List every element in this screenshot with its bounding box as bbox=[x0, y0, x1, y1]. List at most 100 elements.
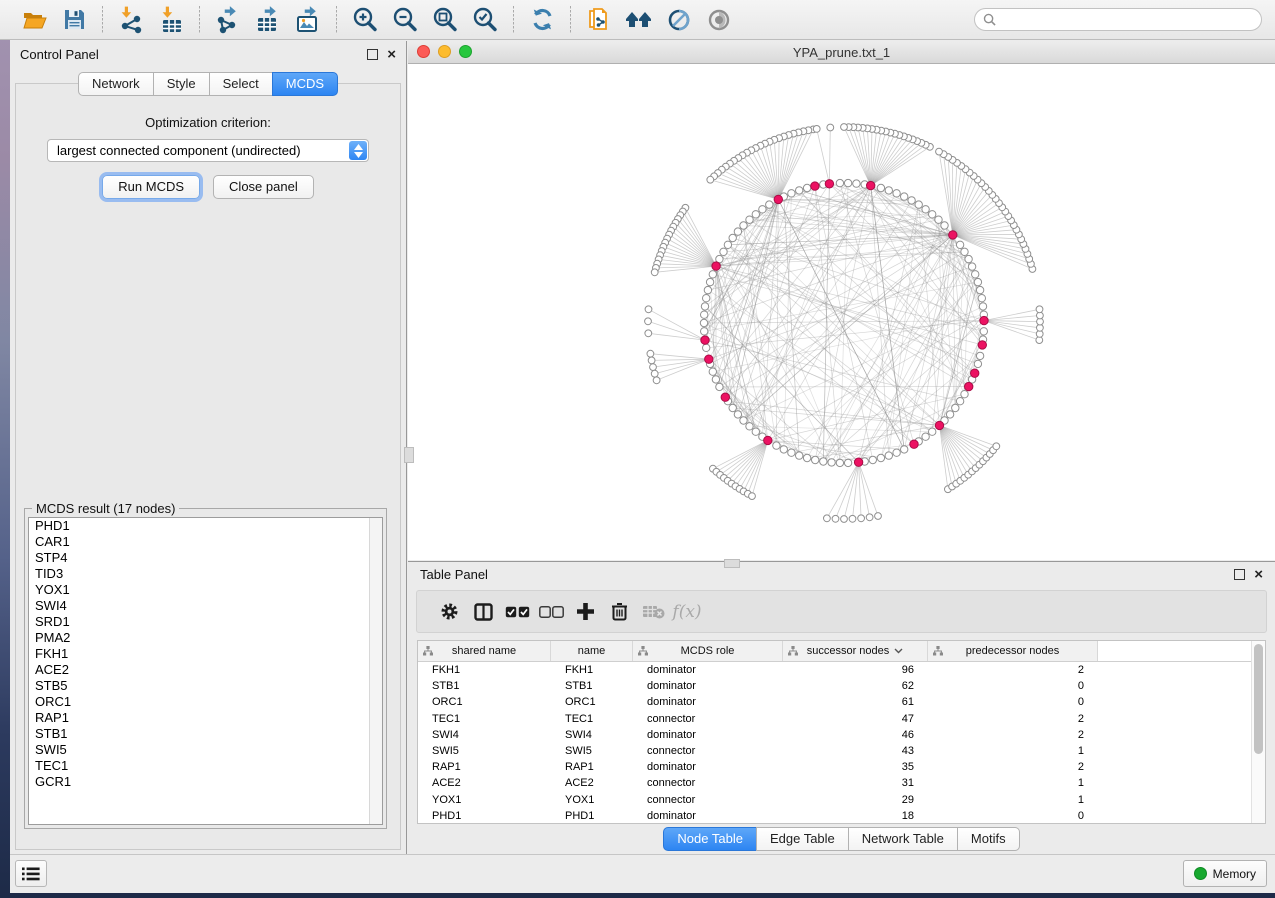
application-window: Control Panel × NetworkStyleSelectMCDS O… bbox=[10, 0, 1275, 893]
delete-table-button[interactable] bbox=[636, 599, 670, 625]
table-row[interactable]: ACE2ACE2connector311 bbox=[418, 775, 1265, 791]
memory-status-icon bbox=[1194, 867, 1207, 880]
mcds-result-node[interactable]: ACE2 bbox=[29, 662, 382, 678]
table-row[interactable]: RAP1RAP1dominator352 bbox=[418, 759, 1265, 775]
window-zoom-icon[interactable] bbox=[459, 45, 472, 58]
mcds-result-node[interactable]: PMA2 bbox=[29, 630, 382, 646]
tab-motifs[interactable]: Motifs bbox=[957, 827, 1020, 851]
clone-network-button[interactable] bbox=[584, 5, 614, 35]
task-history-button[interactable] bbox=[15, 860, 47, 887]
mcds-result-node[interactable]: TEC1 bbox=[29, 758, 382, 774]
mcds-result-node[interactable]: SRD1 bbox=[29, 614, 382, 630]
add-row-button[interactable] bbox=[568, 599, 602, 625]
node-table[interactable]: shared namenameMCDS rolesuccessor nodesp… bbox=[417, 640, 1266, 824]
tab-edge-table[interactable]: Edge Table bbox=[756, 827, 849, 851]
search-input[interactable] bbox=[1001, 12, 1261, 28]
mcds-result-node[interactable]: SWI4 bbox=[29, 598, 382, 614]
close-panel-icon[interactable]: × bbox=[1254, 570, 1263, 579]
zoom-in-button[interactable] bbox=[350, 5, 380, 35]
network-canvas[interactable] bbox=[408, 64, 1275, 560]
table-scrollbar[interactable] bbox=[1251, 641, 1265, 823]
control-panel-tabs: NetworkStyleSelectMCDS bbox=[78, 72, 338, 96]
float-panel-icon[interactable] bbox=[367, 49, 378, 60]
deselect-all-button[interactable] bbox=[534, 599, 568, 625]
mcds-result-node[interactable]: GCR1 bbox=[29, 774, 382, 790]
export-table-button[interactable] bbox=[253, 5, 283, 35]
tab-mcds[interactable]: MCDS bbox=[272, 72, 338, 96]
table-row[interactable]: SWI4SWI4dominator462 bbox=[418, 727, 1265, 743]
table-row[interactable]: FKH1FKH1dominator962 bbox=[418, 662, 1265, 678]
memory-button[interactable]: Memory bbox=[1183, 860, 1267, 887]
export-network-button[interactable] bbox=[213, 5, 243, 35]
table-row[interactable]: ORC1ORC1dominator610 bbox=[418, 694, 1265, 710]
list-icon bbox=[22, 867, 40, 881]
import-table-button[interactable] bbox=[156, 5, 186, 35]
mcds-result-node[interactable]: STP4 bbox=[29, 550, 382, 566]
zoom-fit-button[interactable] bbox=[430, 5, 460, 35]
horizontal-splitter-handle[interactable] bbox=[724, 559, 740, 568]
delete-row-button[interactable] bbox=[602, 599, 636, 625]
table-scrollbar-thumb[interactable] bbox=[1254, 644, 1263, 754]
float-panel-icon[interactable] bbox=[1234, 569, 1245, 580]
tab-network[interactable]: Network bbox=[78, 72, 154, 96]
table-row[interactable]: TEC1TEC1connector472 bbox=[418, 711, 1265, 727]
mcds-result-node[interactable]: ORC1 bbox=[29, 694, 382, 710]
save-button[interactable] bbox=[59, 5, 89, 35]
mcds-result-node[interactable]: STB1 bbox=[29, 726, 382, 742]
column-header-name[interactable]: name bbox=[551, 641, 633, 661]
hide-selected-button[interactable] bbox=[664, 5, 694, 35]
mcds-result-node[interactable]: YOX1 bbox=[29, 582, 382, 598]
refresh-button[interactable] bbox=[527, 5, 557, 35]
tab-network-table[interactable]: Network Table bbox=[848, 827, 958, 851]
export-image-button[interactable] bbox=[293, 5, 323, 35]
tab-select[interactable]: Select bbox=[209, 72, 273, 96]
table-cell: 0 bbox=[928, 680, 1098, 692]
function-builder-button[interactable]: f(x) bbox=[670, 599, 704, 625]
column-header-shared-name[interactable]: shared name bbox=[418, 641, 551, 661]
column-header-MCDS-role[interactable]: MCDS role bbox=[633, 641, 783, 661]
mcds-result-node[interactable]: STB5 bbox=[29, 678, 382, 694]
function-builder-icon: f(x) bbox=[672, 602, 701, 622]
table-row[interactable]: PHD1PHD1dominator180 bbox=[418, 808, 1265, 824]
open-file-button[interactable] bbox=[19, 5, 49, 35]
network-graph bbox=[408, 64, 1275, 560]
table-row[interactable]: YOX1YOX1connector291 bbox=[418, 792, 1265, 808]
optimization-criterion-select[interactable]: largest connected component (undirected) bbox=[47, 139, 369, 162]
select-stepper-icon bbox=[349, 141, 367, 160]
import-network-button[interactable] bbox=[116, 5, 146, 35]
window-close-icon[interactable] bbox=[417, 45, 430, 58]
tab-node-table[interactable]: Node Table bbox=[663, 827, 757, 851]
export-network-icon bbox=[214, 6, 242, 34]
zoom-selected-button[interactable] bbox=[470, 5, 500, 35]
close-panel-button[interactable]: Close panel bbox=[213, 175, 314, 199]
mcds-result-node[interactable]: PHD1 bbox=[29, 518, 382, 534]
select-all-button[interactable] bbox=[500, 599, 534, 625]
tab-style[interactable]: Style bbox=[153, 72, 210, 96]
table-row[interactable]: SWI5SWI5connector431 bbox=[418, 743, 1265, 759]
search-field[interactable] bbox=[974, 8, 1262, 31]
result-list-scrollbar[interactable] bbox=[369, 518, 382, 824]
show-column-button[interactable] bbox=[466, 599, 500, 625]
network-window-titlebar[interactable]: YPA_prune.txt_1 bbox=[408, 41, 1275, 64]
deselect-all-icon bbox=[539, 606, 564, 618]
close-panel-icon[interactable]: × bbox=[387, 50, 396, 59]
mcds-result-node[interactable]: TID3 bbox=[29, 566, 382, 582]
vertical-splitter-handle[interactable] bbox=[404, 447, 414, 463]
mcds-result-list[interactable]: PHD1CAR1STP4TID3YOX1SWI4SRD1PMA2FKH1ACE2… bbox=[28, 517, 383, 825]
table-row[interactable]: STB1STB1dominator620 bbox=[418, 678, 1265, 694]
column-header-successor-nodes[interactable]: successor nodes bbox=[783, 641, 928, 661]
zoom-out-button[interactable] bbox=[390, 5, 420, 35]
column-header-predecessor-nodes[interactable]: predecessor nodes bbox=[928, 641, 1098, 661]
run-mcds-button[interactable]: Run MCDS bbox=[102, 175, 200, 199]
mcds-result-node[interactable]: CAR1 bbox=[29, 534, 382, 550]
show-all-button[interactable] bbox=[704, 5, 734, 35]
mcds-result-node[interactable]: SWI5 bbox=[29, 742, 382, 758]
control-panel-titlebar: Control Panel × bbox=[10, 41, 406, 67]
first-neighbors-button[interactable] bbox=[624, 5, 654, 35]
table-cell: SWI5 bbox=[418, 745, 551, 757]
window-minimize-icon[interactable] bbox=[438, 45, 451, 58]
mcds-result-node[interactable]: RAP1 bbox=[29, 710, 382, 726]
mcds-result-node[interactable]: FKH1 bbox=[29, 646, 382, 662]
settings-gear-button[interactable] bbox=[432, 599, 466, 625]
table-tabs: Node TableEdge TableNetwork TableMotifs bbox=[408, 827, 1275, 851]
